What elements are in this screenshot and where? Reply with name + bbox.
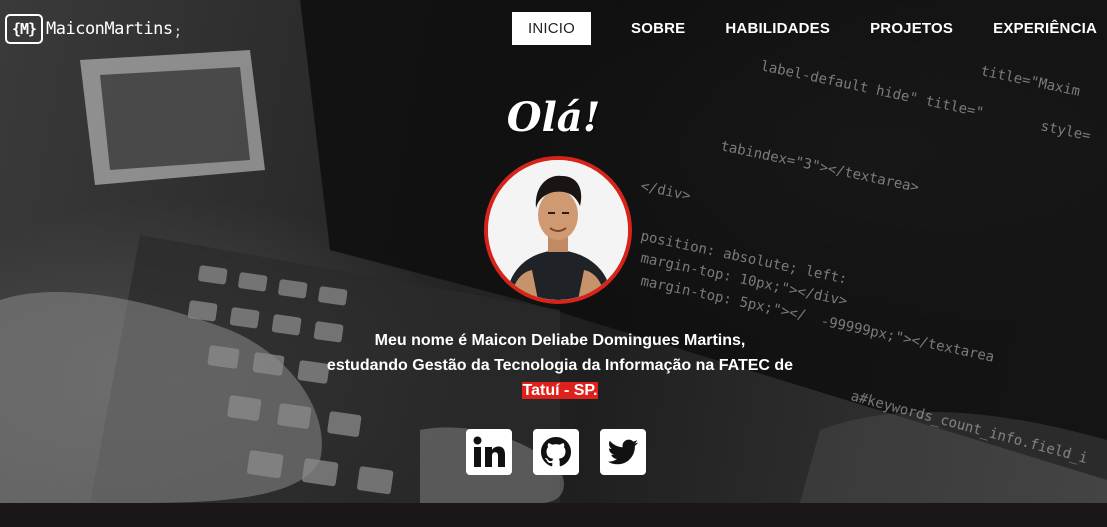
logo-mark: {M} (5, 14, 43, 44)
bio-line-2: estudando Gestão da Tecnologia da Inform… (326, 357, 794, 374)
linkedin-link[interactable] (466, 429, 512, 475)
logo-text: MaiconMartins (46, 19, 173, 39)
section-divider (0, 503, 1107, 527)
site-logo[interactable]: {M} MaiconMartins ; (5, 13, 182, 45)
nav-experiencia[interactable]: EXPERIÊNCIA (993, 12, 1097, 45)
main-nav: INICIO SOBRE HABILIDADES PROJETOS EXPERI… (511, 12, 1097, 45)
twitter-icon (607, 439, 638, 465)
bio-location-highlight: Tatuí - SP. (521, 382, 599, 399)
linkedin-icon (473, 436, 505, 467)
github-link[interactable] (533, 429, 579, 475)
social-links (466, 429, 646, 475)
bio-line-1: Meu nome é Maicon Deliabe Domingues Mart… (374, 332, 746, 349)
logo-suffix: ; (173, 24, 182, 40)
github-icon (541, 437, 571, 467)
nav-inicio[interactable]: INICIO (511, 12, 592, 45)
nav-habilidades[interactable]: HABILIDADES (725, 12, 830, 45)
hero-section: title="Maxim label-default hide" title="… (0, 0, 1107, 503)
twitter-link[interactable] (600, 429, 646, 475)
nav-sobre[interactable]: SOBRE (631, 12, 685, 45)
nav-projetos[interactable]: PROJETOS (870, 12, 953, 45)
hero-bio: Meu nome é Maicon Deliabe Domingues Mart… (250, 328, 870, 403)
profile-avatar (484, 156, 632, 304)
hero-greeting: Olá! (506, 94, 601, 141)
